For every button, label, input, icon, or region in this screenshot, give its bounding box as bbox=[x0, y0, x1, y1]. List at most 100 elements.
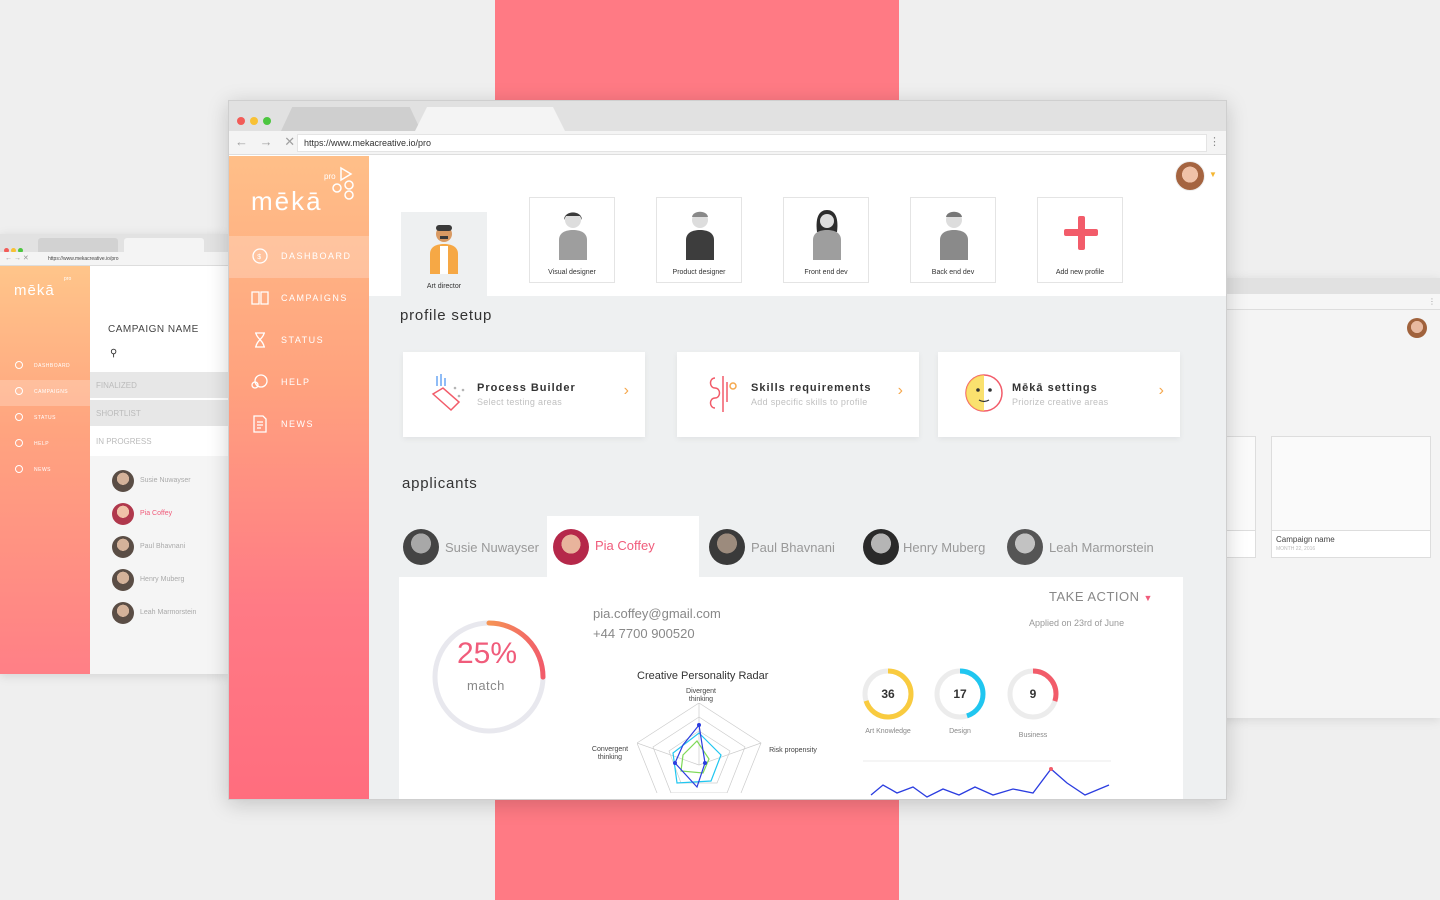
radar-title: Creative Personality Radar bbox=[637, 670, 769, 682]
browser-tab[interactable] bbox=[281, 107, 421, 131]
nav-item-campaigns: CAMPAIGNS bbox=[0, 380, 90, 406]
url-bar: ← → ✕ https://www.mekacreative.io/pro bbox=[0, 252, 228, 266]
avatar bbox=[112, 503, 134, 525]
score-value: 36 bbox=[881, 687, 895, 701]
close-window-button[interactable] bbox=[237, 117, 245, 125]
match-label: match bbox=[467, 678, 505, 693]
card-title: Mēkā settings bbox=[1012, 382, 1098, 394]
add-profile-button[interactable]: Add new profile bbox=[1037, 197, 1123, 283]
nav-label: DASHBOARD bbox=[281, 251, 352, 261]
applied-date: Applied on 23rd of June bbox=[1029, 618, 1125, 628]
logo: mēkā bbox=[14, 282, 55, 299]
window-controls[interactable] bbox=[237, 112, 276, 130]
card-subtitle: Select testing areas bbox=[477, 397, 563, 407]
radar-axis-label: Convergent thinking bbox=[591, 746, 629, 761]
avatar bbox=[709, 529, 745, 565]
campaign-card: Campaign name MONTH 22, 2016 bbox=[1271, 436, 1431, 558]
applicants-title: applicants bbox=[402, 475, 478, 492]
chevron-down-icon: ▼ bbox=[1143, 593, 1153, 603]
nav-label: CAMPAIGNS bbox=[281, 293, 348, 303]
list-item: Susie Nuwayser bbox=[90, 468, 228, 501]
nav-item-status[interactable]: STATUS bbox=[229, 320, 369, 362]
profile-card-product-designer[interactable]: Product designer bbox=[656, 197, 742, 283]
url-text: https://www.mekacreative.io/pro bbox=[48, 256, 119, 262]
tab-bar bbox=[0, 234, 228, 253]
nav-label: NEWS bbox=[281, 419, 314, 429]
browser-tab bbox=[38, 238, 118, 252]
trend-line-chart bbox=[863, 760, 1111, 798]
profile-label: Back end dev bbox=[931, 269, 975, 276]
browser-tab-active[interactable] bbox=[415, 107, 565, 131]
profile-label: Art director bbox=[426, 283, 462, 290]
filter-in-progress: IN PROGRESS bbox=[90, 428, 228, 454]
match-gauge bbox=[432, 620, 546, 734]
nav-arrows-icon[interactable]: ← → ✕ bbox=[235, 134, 299, 150]
nav-arrows-icon: ← → ✕ bbox=[5, 255, 29, 262]
nav-item-dashboard[interactable]: $ DASHBOARD bbox=[229, 236, 369, 278]
nav-item-news[interactable]: NEWS bbox=[229, 404, 369, 446]
chevron-right-icon: › bbox=[897, 382, 903, 399]
campaign-card-date: MONTH 22, 2016 bbox=[1276, 546, 1316, 552]
news-icon bbox=[15, 465, 23, 473]
book-icon bbox=[251, 291, 269, 305]
avatar bbox=[1007, 529, 1043, 565]
chevron-down-icon[interactable]: ▼ bbox=[1209, 170, 1217, 179]
hourglass-icon bbox=[15, 413, 23, 421]
applicant-name: Henry Muberg bbox=[903, 540, 986, 555]
logo-tag: pro bbox=[64, 276, 72, 282]
nav-item-status: STATUS bbox=[0, 406, 90, 432]
dashboard-icon: $ bbox=[252, 248, 268, 264]
front-end-dev-avatar-icon bbox=[813, 210, 841, 260]
take-action-dropdown[interactable]: TAKE ACTION ▼ bbox=[1049, 589, 1153, 604]
search-icon: ⚲ bbox=[110, 348, 118, 359]
applicant-email[interactable]: pia.coffey@gmail.com bbox=[593, 606, 721, 621]
applicant-tab-pia[interactable]: Pia Coffey bbox=[547, 516, 699, 578]
main-content: ▼ Art director Visual designer Product d… bbox=[369, 156, 1226, 799]
art-director-avatar-icon bbox=[430, 225, 458, 274]
list-item: Pia Coffey bbox=[90, 501, 228, 534]
minimize-window-button[interactable] bbox=[250, 117, 258, 125]
skills-requirements-card[interactable]: Skills requirements Add specific skills … bbox=[677, 352, 919, 437]
background-window-right: ⋮ Campaign name MONTH 22, 2016 bbox=[1200, 278, 1440, 718]
applicant-tab-leah[interactable]: Leah Marmorstein bbox=[1001, 516, 1171, 578]
plus-icon bbox=[1064, 216, 1098, 250]
url-input[interactable]: https://www.mekacreative.io/pro bbox=[297, 134, 1207, 152]
applicant-name: Susie Nuwayser bbox=[445, 540, 539, 555]
user-avatar[interactable] bbox=[1175, 161, 1205, 191]
profile-card-art-director[interactable]: Art director bbox=[401, 212, 487, 296]
applicant-detail-panel: 25% match pia.coffey@gmail.com +44 7700 … bbox=[399, 577, 1183, 799]
avatar bbox=[863, 529, 899, 565]
chevron-right-icon: › bbox=[623, 382, 629, 399]
news-icon bbox=[253, 415, 267, 433]
background-window-left: ← → ✕ https://www.mekacreative.io/pro mē… bbox=[0, 234, 228, 674]
meka-face-icon bbox=[965, 374, 1003, 412]
avatar bbox=[1407, 318, 1427, 338]
browser-menu-icon[interactable]: ⋮ bbox=[1209, 135, 1220, 148]
back-end-dev-avatar-icon bbox=[940, 211, 968, 260]
process-builder-icon bbox=[431, 374, 465, 412]
avatar bbox=[112, 569, 134, 591]
list-item: Paul Bhavnani bbox=[90, 534, 228, 567]
applicant-tab-paul[interactable]: Paul Bhavnani bbox=[703, 516, 853, 578]
help-bubble-icon bbox=[15, 439, 23, 447]
applicant-phone[interactable]: +44 7700 900520 bbox=[593, 626, 695, 641]
nav-item-help[interactable]: HELP bbox=[229, 362, 369, 404]
applicant-name: Paul Bhavnani bbox=[751, 540, 835, 555]
profile-card-front-end-dev[interactable]: Front end dev bbox=[783, 197, 869, 283]
score-label: Business bbox=[1018, 732, 1048, 739]
avatar bbox=[112, 602, 134, 624]
card-title: Process Builder bbox=[477, 382, 576, 394]
tab-bar bbox=[229, 101, 1226, 131]
nav-item-campaigns[interactable]: CAMPAIGNS bbox=[229, 278, 369, 320]
profile-card-back-end-dev[interactable]: Back end dev bbox=[910, 197, 996, 283]
meka-settings-card[interactable]: Mēkā settings Priorize creative areas › bbox=[938, 352, 1180, 437]
main-browser-window: ← → ✕ https://www.mekacreative.io/pro ⋮ … bbox=[228, 100, 1227, 800]
svg-text:$: $ bbox=[257, 254, 262, 261]
profile-card-visual-designer[interactable]: Visual designer bbox=[529, 197, 615, 283]
maximize-window-button[interactable] bbox=[263, 117, 271, 125]
applicant-tab-henry[interactable]: Henry Muberg bbox=[857, 516, 997, 578]
help-bubble-icon bbox=[251, 374, 268, 389]
process-builder-card[interactable]: Process Builder Select testing areas › bbox=[403, 352, 645, 437]
nav-item-dashboard: DASHBOARD bbox=[0, 354, 90, 380]
applicant-tab-susie[interactable]: Susie Nuwayser bbox=[397, 516, 547, 578]
